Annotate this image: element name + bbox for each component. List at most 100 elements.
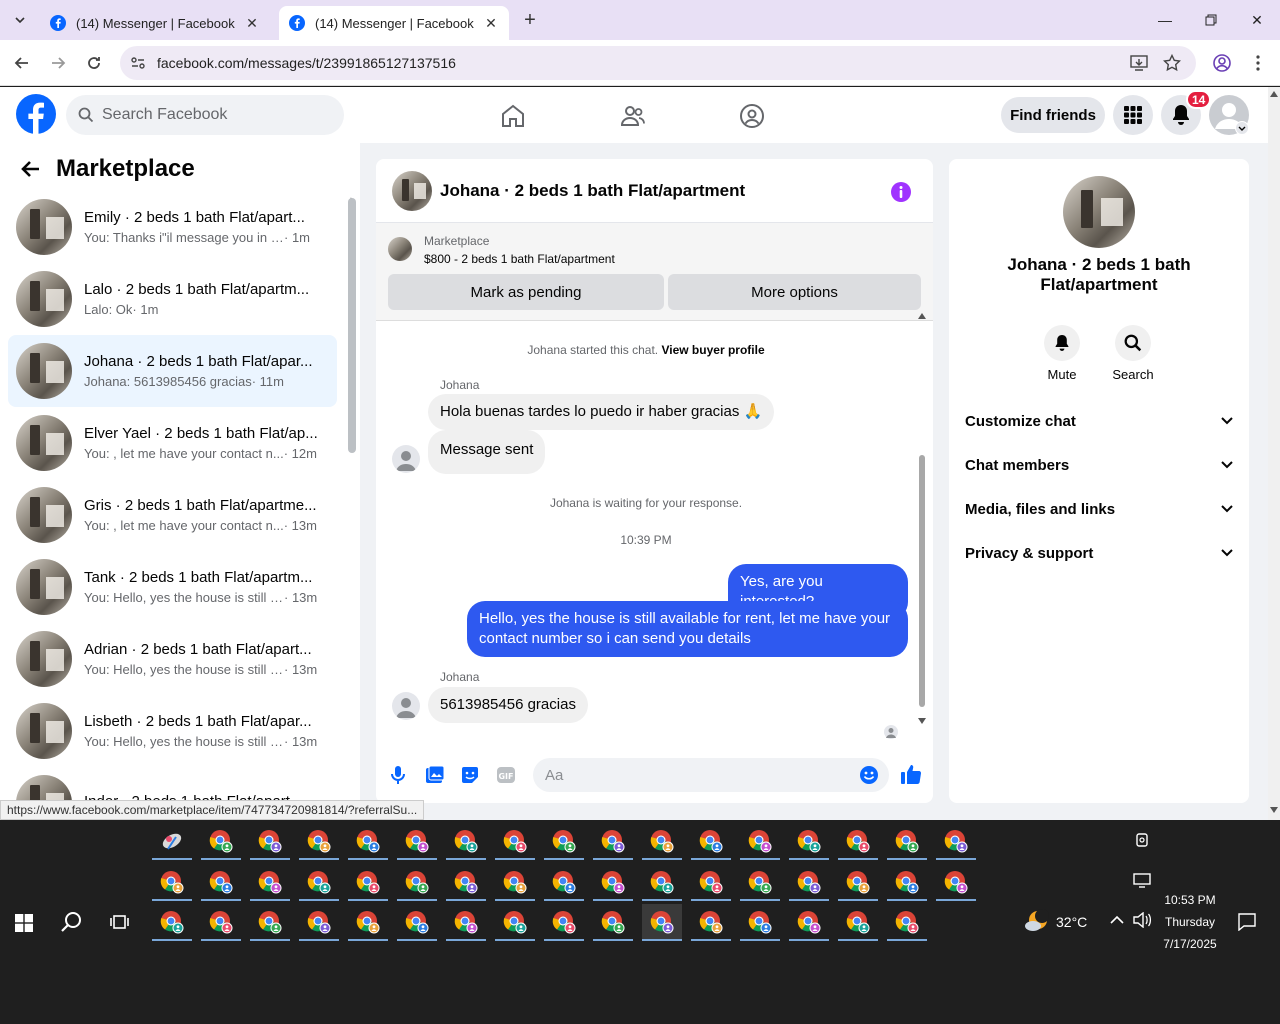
chrome-taskbar-icon[interactable] <box>348 864 388 901</box>
conversation-item[interactable]: Tank · 2 beds 1 bath Flat/apartm... You: … <box>8 551 337 623</box>
browser-tab-2[interactable]: (14) Messenger | Facebook ✕ <box>279 6 509 40</box>
facebook-logo-icon[interactable] <box>16 94 56 134</box>
details-section-2[interactable]: Media, files and links <box>965 491 1233 527</box>
details-section-3[interactable]: Privacy & support <box>965 535 1233 571</box>
chrome-taskbar-icon[interactable] <box>446 823 486 860</box>
friends-nav-button[interactable] <box>620 103 646 129</box>
listing-thumbnail[interactable] <box>392 170 432 211</box>
chrome-taskbar-icon[interactable] <box>593 864 633 901</box>
message-input[interactable]: Aa <box>533 758 889 792</box>
new-tab-button[interactable]: + <box>519 9 541 31</box>
outgoing-message[interactable]: Hello, yes the house is still available … <box>467 601 908 657</box>
attach-photo-button[interactable] <box>425 765 445 785</box>
chrome-taskbar-icon[interactable] <box>201 823 241 860</box>
chrome-taskbar-icon[interactable] <box>446 864 486 901</box>
tab-search-button[interactable] <box>8 8 32 32</box>
home-nav-button[interactable] <box>500 103 526 129</box>
sender-avatar[interactable] <box>392 445 420 473</box>
chrome-taskbar-icon[interactable] <box>250 904 290 941</box>
listing-title[interactable]: $800 - 2 beds 1 bath Flat/apartment <box>424 252 615 266</box>
view-buyer-profile-link[interactable]: View buyer profile <box>661 343 764 357</box>
chrome-taskbar-icon[interactable] <box>838 904 878 941</box>
conversation-item[interactable]: Elver Yael · 2 beds 1 bath Flat/ap... You… <box>8 407 337 479</box>
chrome-taskbar-icon[interactable] <box>642 864 682 901</box>
sticker-button[interactable] <box>460 765 480 785</box>
minimize-button[interactable]: — <box>1155 10 1175 30</box>
taskbar-search-button[interactable] <box>61 911 83 933</box>
display-icon[interactable] <box>1133 872 1151 888</box>
chrome-taskbar-icon[interactable] <box>397 864 437 901</box>
chrome-taskbar-icon[interactable] <box>495 864 535 901</box>
maximize-button[interactable] <box>1201 10 1221 30</box>
conversation-item[interactable]: Adrian · 2 beds 1 bath Flat/apart... You:… <box>8 623 337 695</box>
facebook-search-input[interactable]: Search Facebook <box>66 95 344 135</box>
chrome-taskbar-icon[interactable] <box>691 823 731 860</box>
chrome-taskbar-icon[interactable] <box>348 823 388 860</box>
chrome-taskbar-icon[interactable] <box>152 904 192 941</box>
mute-button[interactable]: Mute <box>1032 325 1092 382</box>
chrome-taskbar-icon[interactable] <box>348 904 388 941</box>
chrome-taskbar-icon[interactable] <box>838 864 878 901</box>
chrome-taskbar-icon[interactable] <box>397 904 437 941</box>
weather-icon[interactable] <box>1024 909 1050 933</box>
conversation-item[interactable]: Emily · 2 beds 1 bath Flat/apart... You: … <box>8 191 337 263</box>
chrome-taskbar-icon[interactable] <box>838 823 878 860</box>
chrome-taskbar-icon[interactable] <box>593 823 633 860</box>
chrome-taskbar-icon[interactable] <box>936 864 976 901</box>
chrome-taskbar-icon[interactable] <box>544 823 584 860</box>
browser-tab-1[interactable]: (14) Messenger | Facebook ✕ <box>40 6 270 40</box>
like-button[interactable] <box>900 763 922 785</box>
chrome-taskbar-icon[interactable] <box>642 904 682 941</box>
reload-button[interactable] <box>83 52 105 74</box>
details-section-1[interactable]: Chat members <box>965 447 1233 483</box>
chrome-taskbar-icon[interactable] <box>740 904 780 941</box>
chrome-taskbar-icon[interactable] <box>887 904 927 941</box>
conversation-item[interactable]: Gris · 2 beds 1 bath Flat/apartme... You:… <box>8 479 337 551</box>
chrome-taskbar-icon[interactable] <box>544 864 584 901</box>
chat-title[interactable]: Johana · 2 beds 1 bath Flat/apartment <box>440 181 745 201</box>
gif-button[interactable]: GIF <box>496 765 516 785</box>
chrome-taskbar-icon[interactable] <box>495 904 535 941</box>
chrome-taskbar-icon[interactable] <box>789 823 829 860</box>
voice-clip-button[interactable] <box>390 765 406 785</box>
chrome-taskbar-icon[interactable] <box>936 823 976 860</box>
account-avatar-button[interactable] <box>1209 95 1249 135</box>
chrome-taskbar-icon[interactable] <box>740 823 780 860</box>
mark-pending-button[interactable]: Mark as pending <box>388 274 664 310</box>
incoming-message[interactable]: 5613985456 gracias <box>428 687 588 723</box>
clock[interactable]: 10:53 PM Thursday 7/17/2025 <box>1158 893 1222 951</box>
show-hidden-icons-button[interactable] <box>1110 915 1124 925</box>
menu-grid-button[interactable] <box>1113 95 1153 135</box>
notification-center-button[interactable] <box>1238 913 1256 931</box>
chrome-taskbar-icon[interactable] <box>642 823 682 860</box>
page-scrollbar[interactable] <box>1268 87 1280 820</box>
conversation-item[interactable]: Lalo · 2 beds 1 bath Flat/apartm... Lalo:… <box>8 263 337 335</box>
close-tab-icon[interactable]: ✕ <box>483 15 499 31</box>
chat-scrollbar-thumb[interactable] <box>919 455 925 707</box>
chrome-taskbar-icon[interactable] <box>544 904 584 941</box>
incoming-message[interactable]: Hola buenas tardes lo puedo ir haber gra… <box>428 394 775 430</box>
chrome-taskbar-icon[interactable] <box>446 904 486 941</box>
chrome-taskbar-icon[interactable] <box>887 864 927 901</box>
chrome-taskbar-icon[interactable] <box>740 864 780 901</box>
details-section-0[interactable]: Customize chat <box>965 403 1233 439</box>
chrome-taskbar-icon[interactable] <box>299 864 339 901</box>
start-button[interactable] <box>15 914 33 932</box>
address-bar[interactable]: facebook.com/messages/t/2399186512713751… <box>120 46 1196 80</box>
task-view-button[interactable] <box>110 913 130 931</box>
listing-mini-thumbnail[interactable] <box>388 237 412 261</box>
volume-icon[interactable] <box>1133 912 1151 928</box>
groups-nav-button[interactable] <box>739 103 765 129</box>
conversation-info-button[interactable] <box>890 181 912 203</box>
listing-photo[interactable] <box>1063 176 1135 248</box>
meet-now-icon[interactable] <box>1134 832 1150 848</box>
chrome-taskbar-icon[interactable] <box>201 904 241 941</box>
chrome-taskbar-icon[interactable] <box>299 904 339 941</box>
close-window-button[interactable]: ✕ <box>1247 10 1267 30</box>
chrome-taskbar-icon[interactable] <box>691 864 731 901</box>
chrome-taskbar-icon[interactable] <box>250 864 290 901</box>
more-options-button[interactable]: More options <box>668 274 921 310</box>
chrome-taskbar-icon[interactable] <box>299 823 339 860</box>
chrome-taskbar-icon[interactable] <box>691 904 731 941</box>
chrome-taskbar-icon[interactable] <box>152 864 192 901</box>
